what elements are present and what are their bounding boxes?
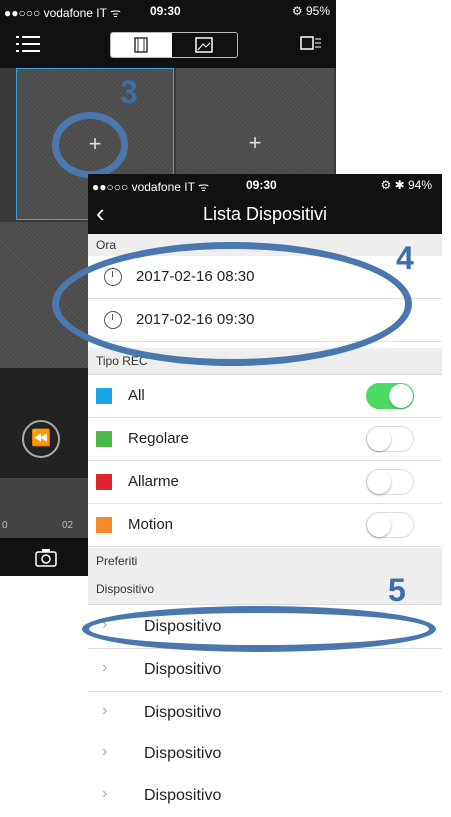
rec-type-row-allarme[interactable]: Allarme: [88, 461, 442, 504]
carrier-label: ●●○○○ vodafone IT ᯤ: [92, 180, 210, 194]
video-icon: [134, 37, 148, 53]
toggle-knob: [367, 427, 391, 451]
color-swatch: [96, 431, 112, 447]
chevron-right-icon: ›: [102, 702, 108, 719]
color-swatch: [96, 517, 112, 533]
step-number: 5: [388, 572, 406, 608]
rec-type-label: All: [128, 387, 145, 404]
device-row[interactable]: › Dispositivo: [88, 775, 442, 817]
rec-type-row-motion[interactable]: Motion: [88, 504, 442, 547]
highlight-ellipse: [82, 606, 436, 652]
timeline-tick: 02: [62, 520, 74, 531]
status-bar: ●●○○○ vodafone IT ᯤ 09:30 ⚙ 95%: [0, 0, 336, 22]
rec-type-label: Regolare: [128, 430, 189, 447]
layout-icon[interactable]: [300, 34, 322, 54]
status-bar: ●●○○○ vodafone IT ᯤ 09:30 ⚙ ✱ 94%: [88, 174, 442, 196]
chevron-right-icon: ›: [102, 785, 108, 802]
color-swatch: [96, 388, 112, 404]
image-tab[interactable]: [173, 33, 237, 57]
highlight-ellipse: [52, 112, 128, 178]
view-toggle[interactable]: [110, 32, 238, 58]
battery-label: ⚙ ✱ 94%: [380, 178, 433, 192]
color-swatch: [96, 474, 112, 490]
section-header-favorites: Preferiti: [88, 548, 442, 575]
all-toggle[interactable]: [366, 383, 414, 409]
menu-icon[interactable]: [16, 34, 40, 54]
video-tab[interactable]: [111, 33, 172, 57]
timeline-tick: 0: [2, 520, 8, 531]
toggle-knob: [389, 384, 413, 408]
rewind-icon[interactable]: ⏪: [22, 420, 60, 458]
rec-type-row-all[interactable]: All: [88, 375, 442, 418]
highlight-ellipse: [52, 242, 412, 366]
motion-toggle[interactable]: [366, 512, 414, 538]
regolare-toggle[interactable]: [366, 426, 414, 452]
camera-icon[interactable]: [34, 546, 58, 568]
device-row[interactable]: › Dispositivo: [88, 649, 442, 692]
image-icon: [195, 37, 213, 53]
chevron-right-icon: ›: [102, 743, 108, 760]
device-label: Dispositivo: [144, 745, 222, 762]
toggle-knob: [367, 470, 391, 494]
section-label: Preferiti: [96, 554, 138, 568]
rec-type-label: Allarme: [128, 473, 179, 490]
section-label: Ora: [96, 238, 117, 252]
time-label: 09:30: [150, 4, 181, 18]
battery-label: ⚙ 95%: [291, 4, 330, 18]
time-label: 09:30: [246, 178, 277, 192]
step-number: 4: [396, 240, 414, 276]
top-toolbar: [0, 22, 336, 68]
device-label: Dispositivo: [144, 787, 222, 804]
rec-type-row-regolare[interactable]: Regolare: [88, 418, 442, 461]
add-camera-button[interactable]: +: [176, 130, 334, 156]
device-label: Dispositivo: [144, 661, 222, 678]
foreground-phone-screen: ●●○○○ vodafone IT ᯤ 09:30 ⚙ ✱ 94% ‹ List…: [52, 174, 442, 817]
nav-bar: ‹ Lista Dispositivi: [88, 196, 442, 234]
rec-type-label: Motion: [128, 516, 174, 533]
toggle-knob: [367, 513, 391, 537]
device-label: Dispositivo: [144, 704, 222, 721]
device-row[interactable]: › Dispositivo: [88, 733, 442, 776]
allarme-toggle[interactable]: [366, 469, 414, 495]
page-title: Lista Dispositivi: [202, 204, 328, 224]
device-row[interactable]: › Dispositivo: [88, 692, 442, 735]
chevron-right-icon: ›: [102, 659, 108, 676]
section-label: Dispositivo: [96, 582, 155, 596]
step-number: 3: [120, 74, 138, 110]
carrier-label: ●●○○○ vodafone IT ᯤ: [4, 6, 122, 20]
